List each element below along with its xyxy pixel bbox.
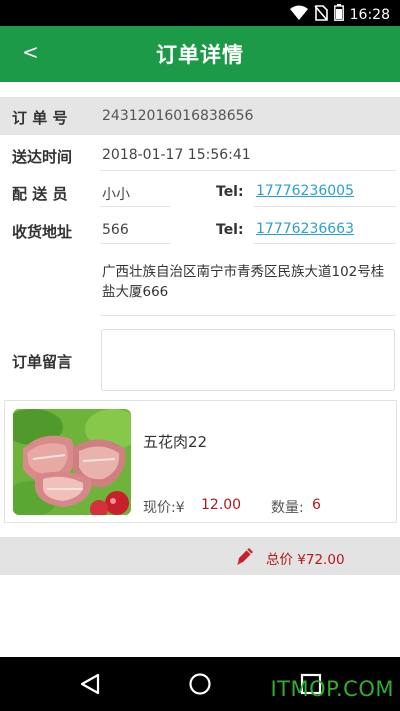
address-label: 收货地址 xyxy=(12,223,73,241)
pencil-icon[interactable] xyxy=(234,545,256,567)
receiver-tel-label: Tel: xyxy=(216,222,244,238)
address-text: 广西壮族自治区南宁市青秀区民族大道102号桂盐大厦666 xyxy=(102,264,385,300)
price-value: 12.00 xyxy=(201,497,242,513)
home-icon[interactable] xyxy=(187,671,213,697)
divider xyxy=(100,170,396,171)
delivery-time-value: 2018-01-17 15:56:41 xyxy=(102,147,251,163)
note-field[interactable] xyxy=(101,329,395,391)
back-icon[interactable] xyxy=(78,671,104,697)
product-name: 五花肉22 xyxy=(143,433,208,451)
order-number-value: 24312016016838656 xyxy=(102,108,254,124)
watermark: ITMOP.COM xyxy=(270,677,394,701)
product-card[interactable]: 五花肉22 现价:¥ 12.00 数量: 6 xyxy=(4,400,397,523)
app-bar: < 订单详情 xyxy=(0,26,400,82)
quantity-label: 数量: xyxy=(271,500,304,516)
courier-tel-label: Tel: xyxy=(216,184,244,200)
product-image xyxy=(13,409,131,515)
receiver-name: 566 xyxy=(102,222,129,238)
status-time: 16:28 xyxy=(349,6,390,23)
divider xyxy=(254,206,396,207)
divider xyxy=(100,315,396,316)
total-bar: 总价 ¥72.00 xyxy=(0,537,400,575)
courier-name: 小小 xyxy=(102,187,130,203)
battery-icon xyxy=(333,4,344,25)
no-sim-icon xyxy=(314,4,328,25)
divider xyxy=(100,243,170,244)
courier-tel-link[interactable]: 17776236005 xyxy=(256,183,354,199)
status-bar: 16:28 xyxy=(0,0,400,26)
order-number-label: 订 单 号 xyxy=(12,109,68,127)
quantity-value: 6 xyxy=(312,497,321,513)
page-title: 订单详情 xyxy=(156,43,244,67)
divider xyxy=(254,243,396,244)
status-icons: 16:28 xyxy=(289,4,390,25)
divider xyxy=(100,206,170,207)
price-label: 现价:¥ xyxy=(143,500,185,516)
total-price: 总价 ¥72.00 xyxy=(266,552,345,568)
wifi-icon xyxy=(289,5,308,25)
receiver-tel-link[interactable]: 17776236663 xyxy=(256,221,354,237)
note-label: 订单留言 xyxy=(12,353,73,371)
navigation-bar: ITMOP.COM xyxy=(0,657,400,711)
delivery-time-label: 送达时间 xyxy=(12,148,73,166)
order-number-row: 订 单 号 24312016016838656 xyxy=(0,97,400,135)
courier-label: 配 送 员 xyxy=(12,185,68,203)
